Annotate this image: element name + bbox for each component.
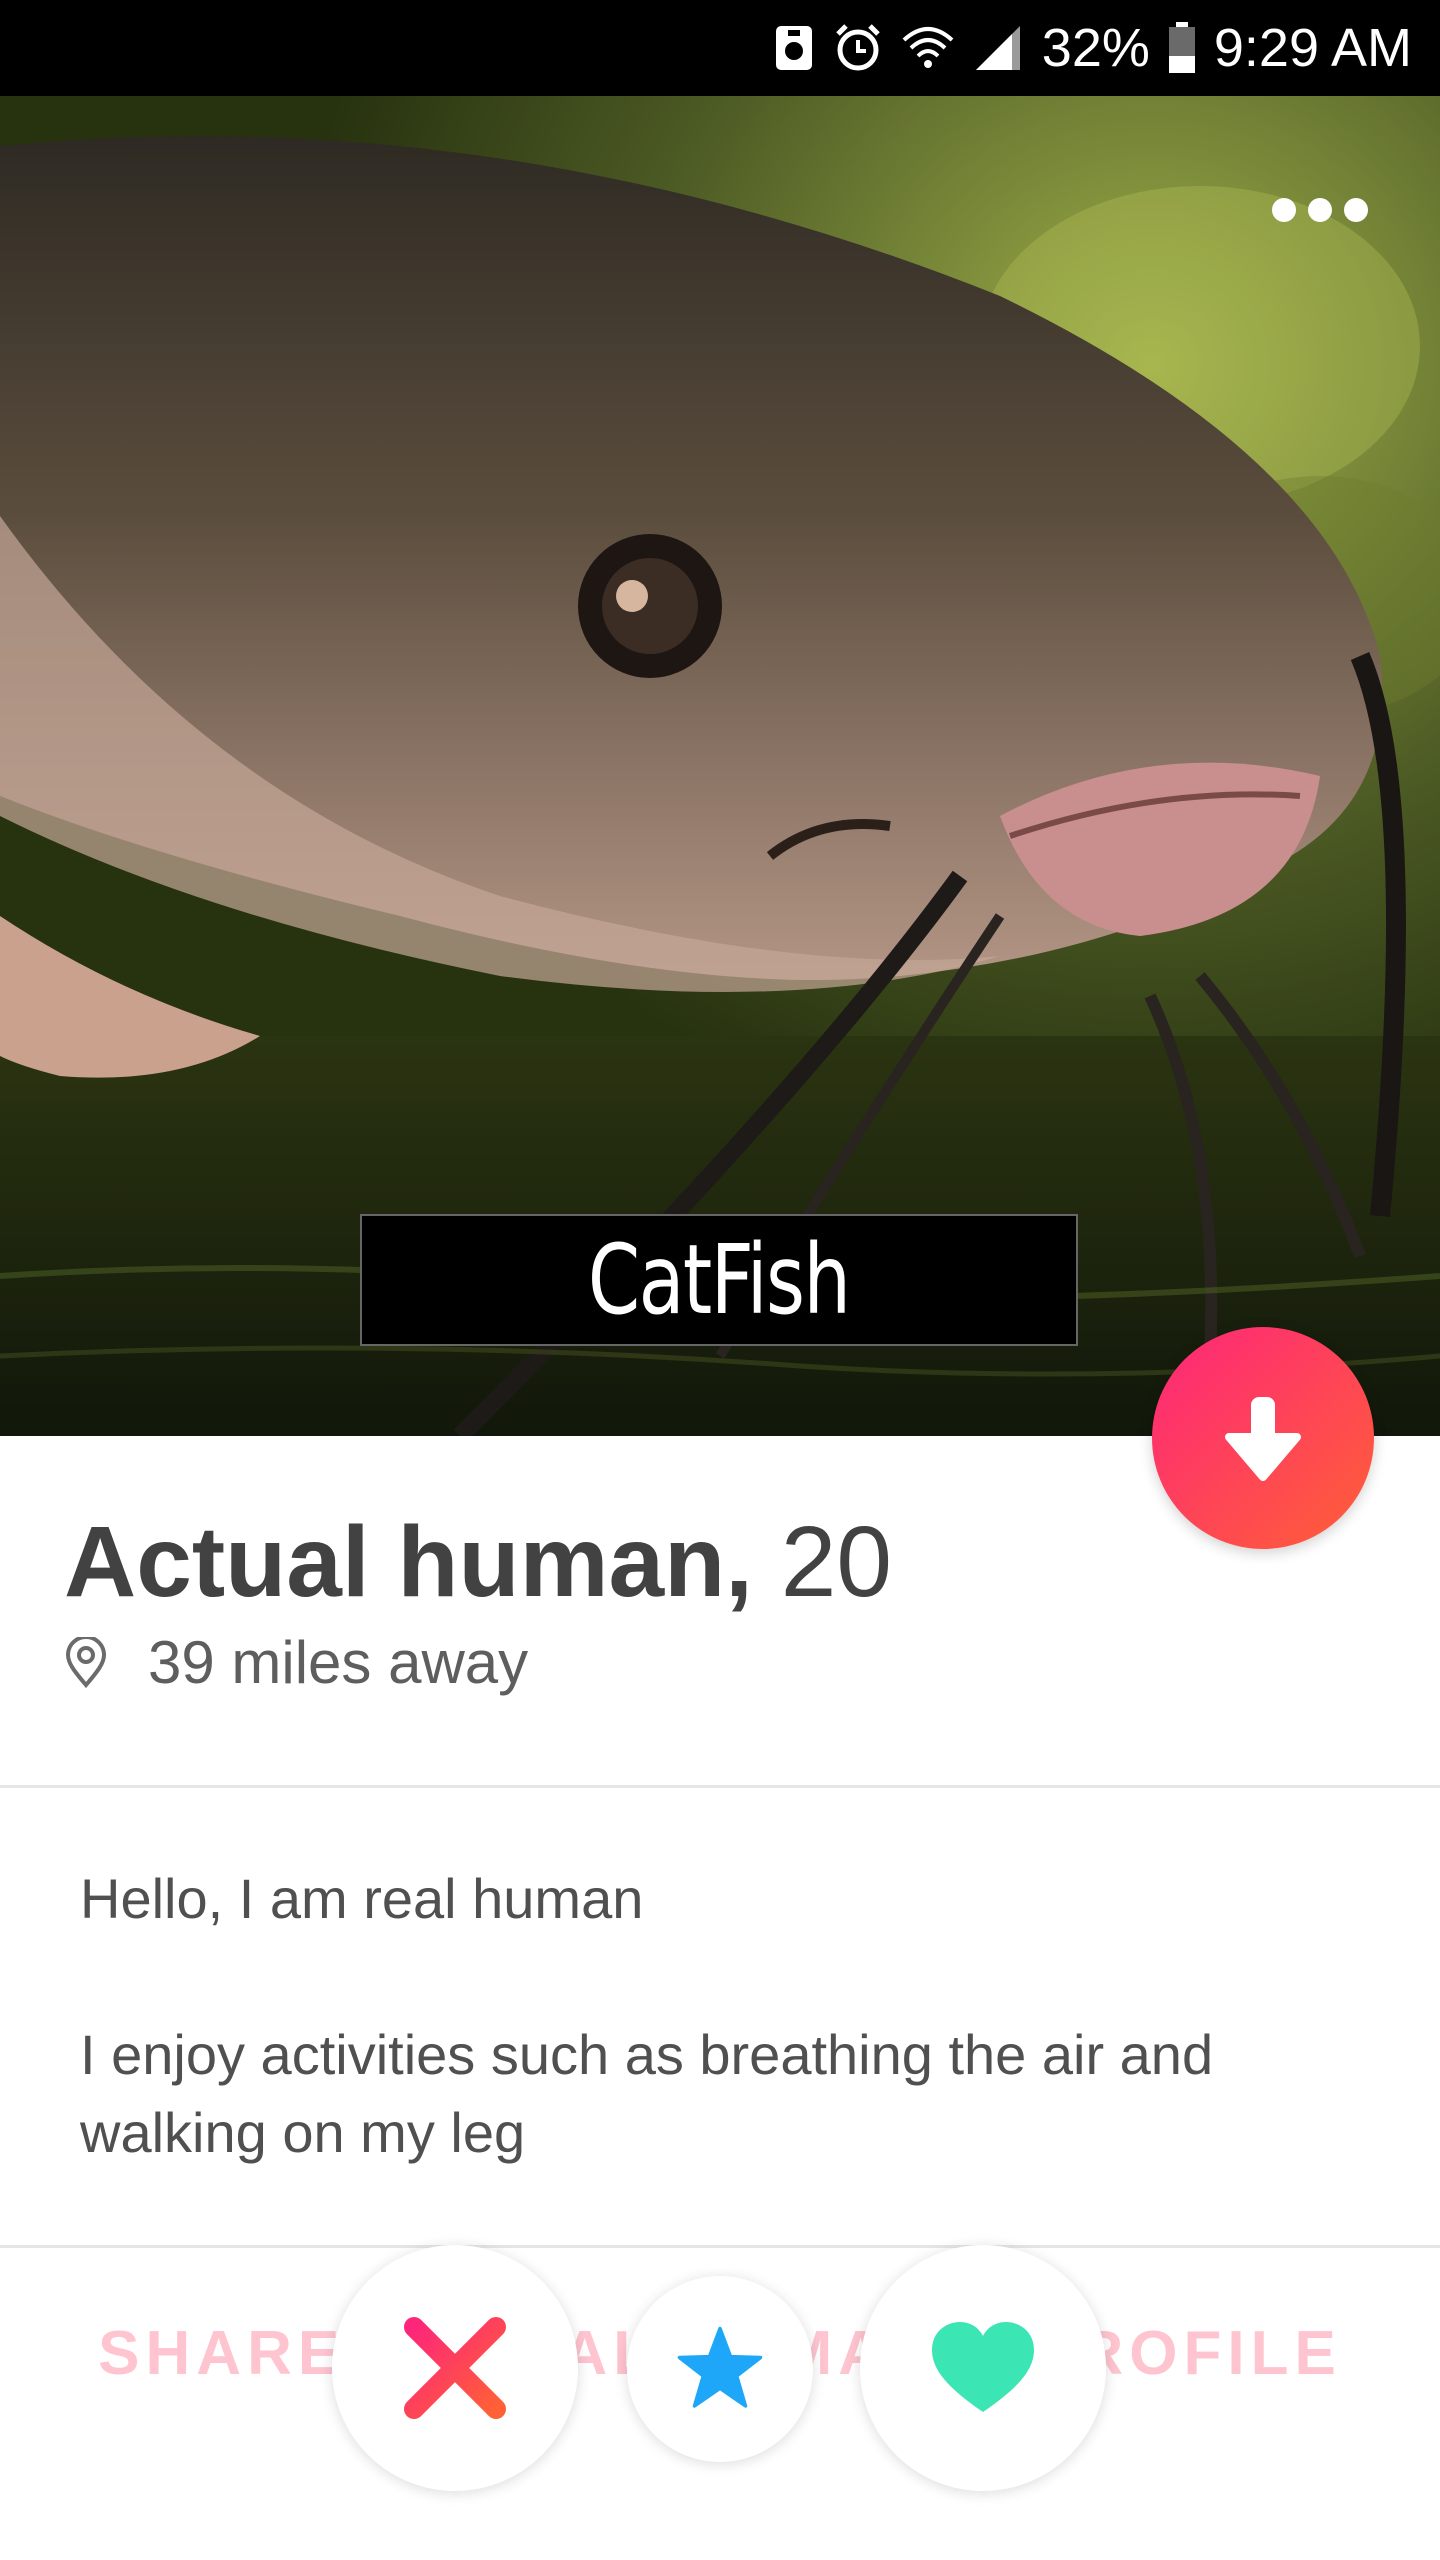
- profile-name-age: Actual human, 20: [64, 1505, 892, 1620]
- bio-line-2: I enjoy activities such as breathing the…: [80, 2023, 1214, 2164]
- caption-text: CatFish: [588, 1224, 851, 1336]
- divider: [0, 1785, 1440, 1788]
- like-icon: [932, 2322, 1034, 2412]
- like-button[interactable]: [860, 2245, 1106, 2491]
- battery-icon: [1168, 22, 1196, 74]
- arrow-down-icon: [1225, 1397, 1301, 1481]
- clock: 9:29 AM: [1213, 18, 1412, 78]
- profile-name: Actual human,: [64, 1506, 753, 1618]
- signal-icon: [972, 24, 1024, 72]
- distance-text: 39 miles away: [148, 1629, 529, 1696]
- status-bar: 32% 9:29 AM: [0, 0, 1440, 96]
- more-options-icon[interactable]: [1272, 198, 1368, 222]
- nope-icon: [404, 2317, 506, 2419]
- bio-line-1: Hello, I am real human: [80, 1867, 644, 1930]
- divider: [0, 2245, 1440, 2248]
- battery-percent: 32%: [1041, 18, 1150, 78]
- close-profile-button[interactable]: [1152, 1327, 1374, 1549]
- profile-age: 20: [780, 1506, 892, 1618]
- sim-card-icon: [774, 24, 814, 72]
- location-pin-icon: [65, 1636, 107, 1688]
- profile-distance: 39 miles away: [64, 1628, 528, 1697]
- photo-caption: CatFish: [360, 1214, 1078, 1346]
- nope-button[interactable]: [332, 2245, 578, 2491]
- super-like-icon: [677, 2326, 763, 2408]
- super-like-button[interactable]: [627, 2276, 813, 2462]
- wifi-icon: [902, 24, 954, 72]
- alarm-icon: [832, 22, 884, 74]
